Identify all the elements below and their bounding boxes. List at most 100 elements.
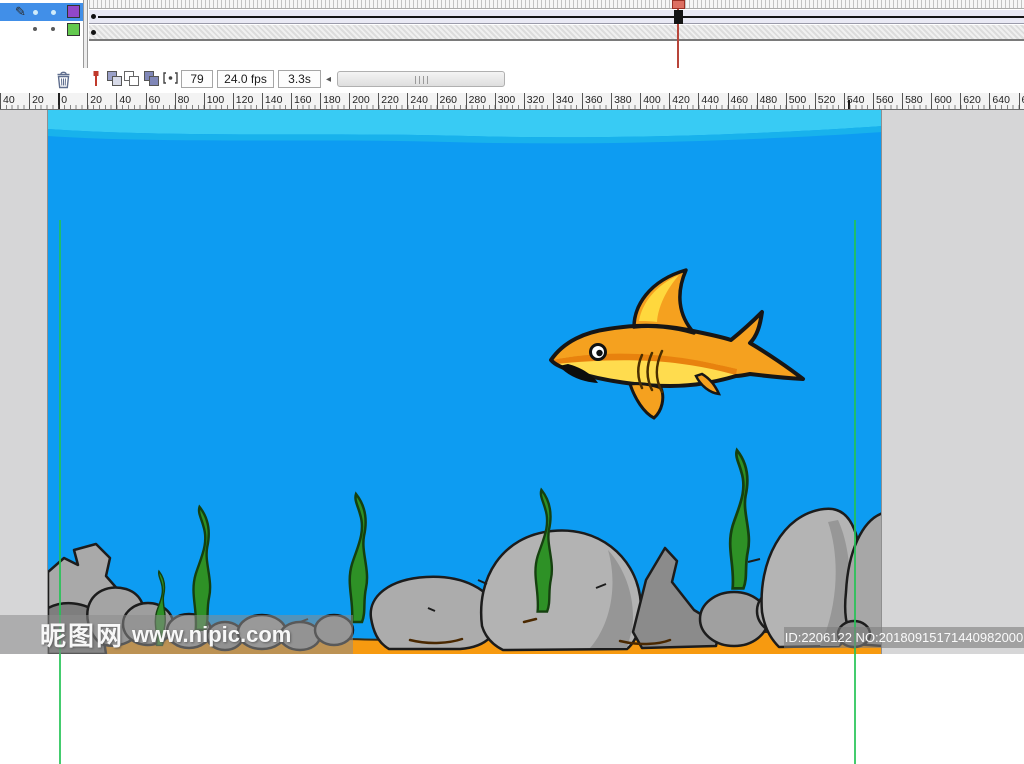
scene-artwork — [48, 110, 882, 654]
ruler-label: 600 — [934, 94, 952, 106]
ruler-label: 240 — [410, 94, 428, 106]
ruler-tick — [291, 93, 292, 109]
ruler-tick — [698, 93, 699, 109]
ruler-label: 580 — [905, 94, 923, 106]
ruler-label: 520 — [818, 94, 836, 106]
layer-outline-swatch[interactable] — [67, 23, 80, 36]
stage[interactable] — [47, 110, 882, 654]
ruler-tick — [87, 93, 88, 109]
layer-visibility-dot[interactable] — [33, 10, 38, 15]
ruler-tick — [466, 93, 467, 109]
ruler-tick — [116, 93, 117, 109]
ruler-tick — [786, 93, 787, 109]
ruler-tick — [146, 93, 147, 109]
guide-line-left[interactable] — [59, 220, 61, 764]
horizontal-ruler[interactable]: 4020020406080100120140160180200220240260… — [0, 93, 1024, 110]
ruler-label: 60 — [149, 94, 161, 106]
nipic-url: www.nipic.com — [132, 622, 291, 648]
layer-visibility-dot[interactable] — [33, 27, 37, 31]
layer-2-frames[interactable] — [89, 25, 1024, 41]
guide-line-right[interactable] — [854, 220, 856, 764]
ruler-tick — [960, 93, 961, 109]
ruler-tick — [262, 93, 263, 109]
ruler-tick — [175, 93, 176, 109]
ruler-label: 280 — [469, 94, 487, 106]
layer-row-1[interactable]: ✎ — [0, 3, 83, 21]
playhead[interactable] — [672, 0, 685, 9]
keyframe-dot — [91, 30, 96, 35]
ruler-label: 40 — [3, 94, 15, 106]
ruler-label: 100 — [207, 94, 225, 106]
ruler-label: 200 — [352, 94, 370, 106]
frame-rate-field[interactable]: 24.0 fps — [217, 70, 274, 88]
onion-skin-outlines-icon[interactable] — [123, 70, 140, 87]
timeline-toolbar: 79 24.0 fps 3.3s ◂ — [0, 68, 1024, 92]
ruler-label: 300 — [498, 94, 516, 106]
pasteboard[interactable] — [0, 110, 1024, 654]
ruler-guide-marker — [848, 100, 850, 109]
ruler-tick — [553, 93, 554, 109]
pencil-edit-icon: ✎ — [15, 4, 26, 20]
current-frame-highlight — [674, 10, 683, 24]
water-background — [48, 110, 882, 654]
ruler-label: 340 — [556, 94, 574, 106]
elapsed-time-field[interactable]: 3.3s — [278, 70, 321, 88]
ruler-tick — [844, 93, 845, 109]
ruler-tick — [728, 93, 729, 109]
ruler-label: 640 — [992, 94, 1010, 106]
ruler-tick — [29, 93, 30, 109]
shark-pupil — [596, 350, 602, 356]
ruler-tick — [437, 93, 438, 109]
flash-editor-window: ✎ — [0, 0, 1024, 654]
timeline-scrollbar-thumb[interactable] — [337, 71, 505, 87]
ruler-label: 480 — [760, 94, 778, 106]
trash-icon[interactable] — [55, 70, 72, 89]
ruler-label: 460 — [731, 94, 749, 106]
ruler-label: 380 — [614, 94, 632, 106]
layer-lock-dot[interactable] — [51, 10, 56, 15]
ruler-tick — [378, 93, 379, 109]
nipic-logo: 昵图网 — [40, 616, 124, 653]
onion-skin-icon[interactable] — [106, 70, 123, 87]
timeline-panel: ✎ — [0, 0, 1024, 92]
ruler-tick — [582, 93, 583, 109]
ruler-label: 140 — [265, 94, 283, 106]
ruler-label: 620 — [963, 94, 981, 106]
watermark-id-label: ID:2206122 NO:20180915171440982000 — [784, 627, 1024, 648]
ruler-label: 500 — [789, 94, 807, 106]
ruler-label: 360 — [585, 94, 603, 106]
ruler-tick — [640, 93, 641, 109]
ruler-label: 120 — [236, 94, 254, 106]
ruler-label: 260 — [440, 94, 458, 106]
layer-1-frames[interactable] — [89, 10, 1024, 24]
ruler-tick — [204, 93, 205, 109]
ruler-label: 320 — [527, 94, 545, 106]
layer-outline-swatch[interactable] — [67, 5, 80, 18]
center-frame-icon[interactable] — [89, 70, 103, 88]
ruler-tick — [495, 93, 496, 109]
watermark-bar-left: 昵图网 www.nipic.com — [0, 615, 353, 654]
ruler-tick — [407, 93, 408, 109]
keyframe-dot — [91, 14, 96, 19]
ruler-tick — [989, 93, 990, 109]
frame-number-header[interactable] — [89, 0, 1024, 9]
ruler-tick — [931, 93, 932, 109]
ruler-label: 20 — [32, 94, 44, 106]
scrollbar-grip — [415, 76, 429, 84]
layer-lock-dot[interactable] — [51, 27, 55, 31]
ruler-label: 220 — [381, 94, 399, 106]
ruler-label: 160 — [294, 94, 312, 106]
layer-row-2[interactable] — [0, 21, 83, 38]
ruler-label: 20 — [90, 94, 102, 106]
ruler-tick — [873, 93, 874, 109]
current-frame-field[interactable]: 79 — [181, 70, 213, 88]
ruler-label: 40 — [119, 94, 131, 106]
ruler-label: 180 — [323, 94, 341, 106]
edit-multiple-frames-icon[interactable] — [143, 70, 160, 87]
modify-markers-icon[interactable] — [162, 70, 179, 87]
tween-span-line — [98, 16, 1024, 18]
scrollbar-left-arrow[interactable]: ◂ — [322, 72, 335, 87]
ruler-label: 0 — [61, 94, 67, 106]
ruler-tick — [669, 93, 670, 109]
ruler-tick — [815, 93, 816, 109]
